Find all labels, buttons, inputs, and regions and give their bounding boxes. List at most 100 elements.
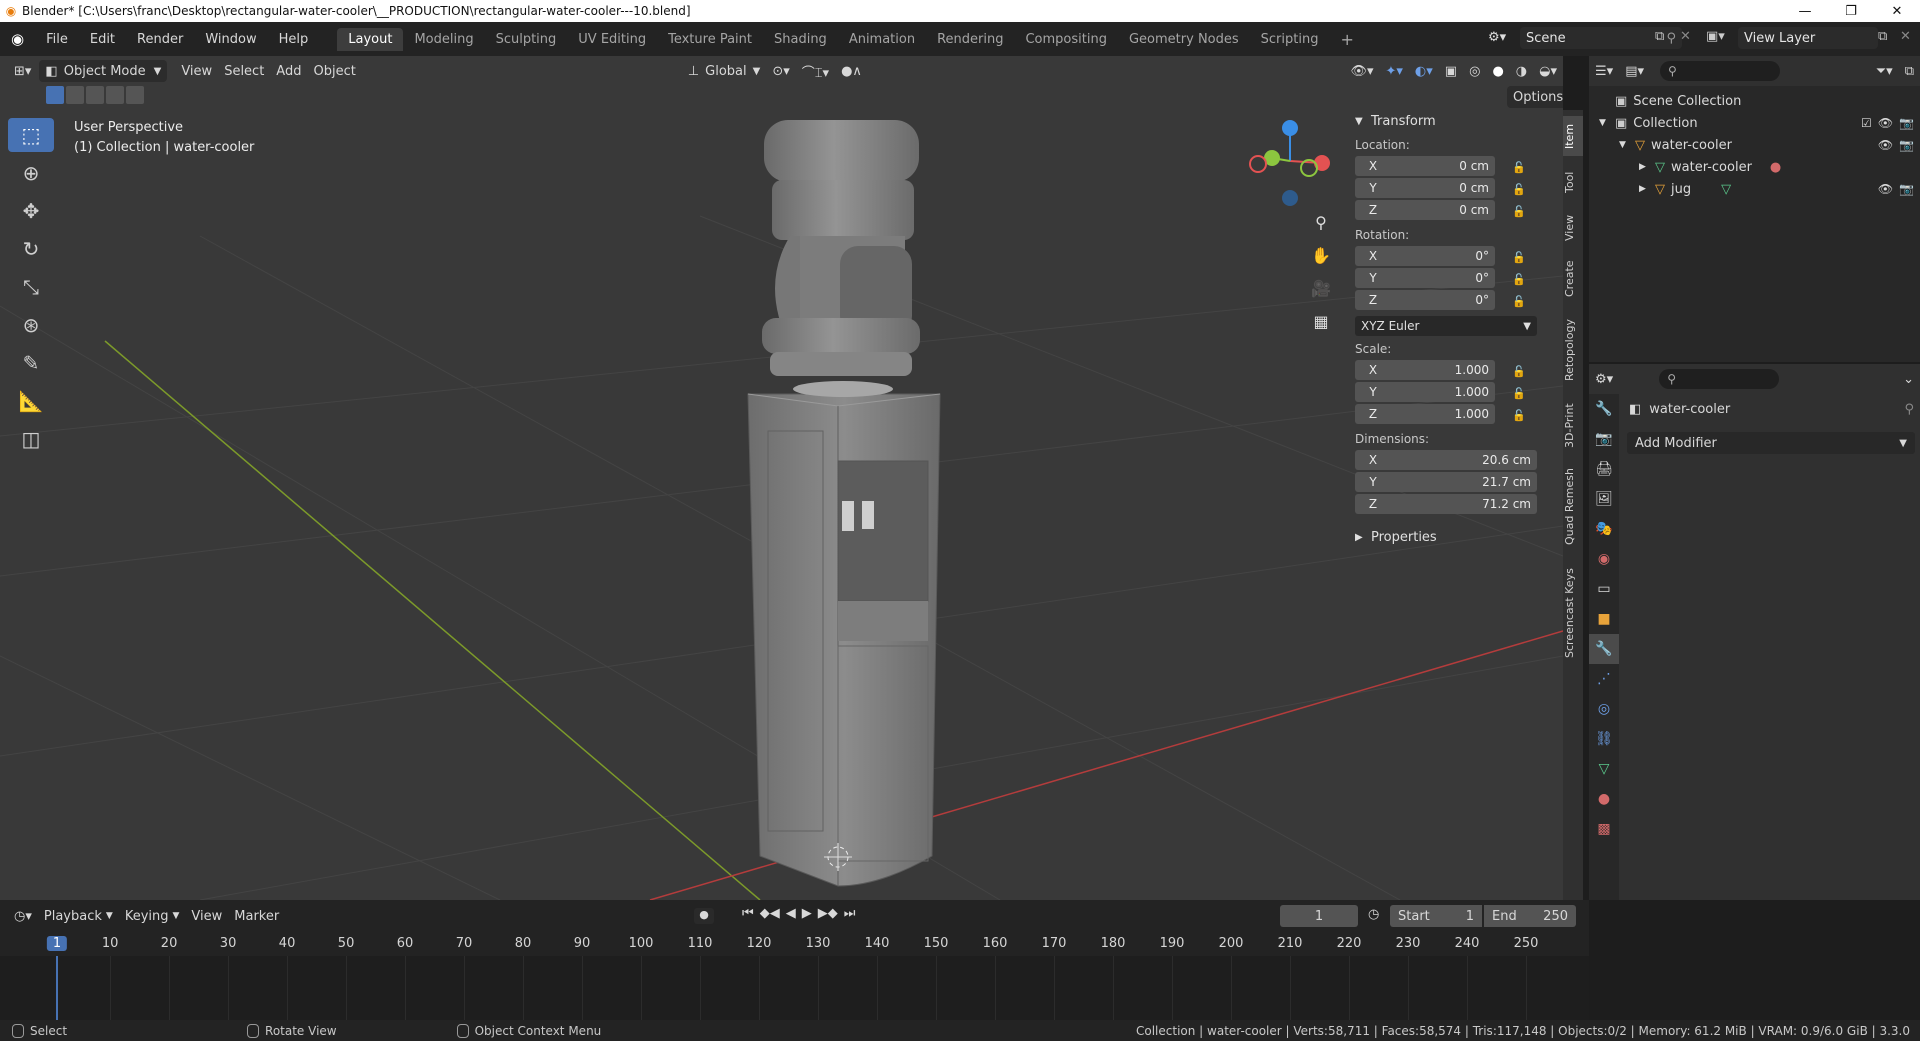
timeline-editor-icon[interactable]: ◷▾	[8, 905, 38, 927]
properties-section-header[interactable]: ▶ Properties	[1355, 526, 1555, 548]
camera-render-icon[interactable]: 📷	[1899, 138, 1914, 152]
outliner-search-input[interactable]: ⚲	[1660, 61, 1780, 81]
timeline-view-menu[interactable]: View	[185, 905, 228, 927]
tab-sculpting[interactable]: Sculpting	[485, 28, 568, 51]
perspective-grid-icon[interactable]: ▦	[1307, 307, 1335, 335]
xray-icon[interactable]: ▣	[1439, 60, 1463, 82]
3d-viewport[interactable]: ⊞▾ ◧ Object Mode ▼ View Select Add Objec…	[0, 56, 1563, 900]
menu-window[interactable]: Window	[194, 32, 267, 47]
menu-view[interactable]: View	[175, 60, 218, 82]
tab-layout[interactable]: Layout	[337, 27, 404, 51]
transform-orientation[interactable]: ⊥ Global ▼	[682, 60, 767, 82]
keying-menu[interactable]: Keying ▼	[119, 905, 186, 927]
menu-add[interactable]: Add	[270, 60, 307, 82]
overlay-toggle-icon[interactable]: ◐▾	[1409, 60, 1439, 82]
tool-properties-icon[interactable]: 🔧	[1589, 394, 1619, 424]
record-icon[interactable]: ●	[694, 908, 714, 924]
close-button[interactable]: ✕	[1874, 4, 1920, 19]
particles-properties-icon[interactable]: ⋰	[1589, 664, 1619, 694]
location-z-field[interactable]: Z 0 cm	[1355, 200, 1495, 220]
tab-screencast-keys[interactable]: Screencast Keys	[1563, 558, 1583, 668]
physics-properties-icon[interactable]: ◎	[1589, 694, 1619, 724]
tab-rendering[interactable]: Rendering	[926, 28, 1014, 51]
tab-modeling[interactable]: Modeling	[403, 28, 484, 51]
annotate-tool-icon[interactable]: ✎	[8, 346, 54, 380]
lock-icon[interactable]: 🔓	[1509, 387, 1529, 400]
scale-y-field[interactable]: Y 1.000	[1355, 382, 1495, 402]
lock-icon[interactable]: 🔓	[1509, 409, 1529, 422]
lock-icon[interactable]: 🔓	[1509, 273, 1529, 286]
pivot-icon[interactable]: ⊙▾	[766, 60, 795, 82]
rotate-tool-icon[interactable]: ↻	[8, 232, 54, 266]
navigation-gizmo[interactable]	[1249, 120, 1330, 206]
scale-tool-icon[interactable]: ⤡	[8, 270, 54, 304]
chevron-right-icon[interactable]: ▶	[1639, 162, 1655, 172]
collection-properties-icon[interactable]: ▭	[1589, 574, 1619, 604]
chevron-right-icon[interactable]: ▶	[1639, 184, 1655, 194]
editor-type-icon[interactable]: ⊞▾	[8, 60, 37, 82]
clock-icon[interactable]: ◷	[1368, 907, 1379, 922]
menu-object[interactable]: Object	[307, 60, 361, 82]
menu-edit[interactable]: Edit	[79, 32, 126, 47]
scale-x-field[interactable]: X 1.000	[1355, 360, 1495, 380]
lock-icon[interactable]: 🔓	[1509, 251, 1529, 264]
measure-tool-icon[interactable]: 📐	[8, 384, 54, 418]
jug-mesh[interactable]	[762, 120, 920, 376]
properties-search-input[interactable]: ⚲	[1659, 369, 1780, 389]
lock-icon[interactable]: 🔓	[1509, 295, 1529, 308]
lock-icon[interactable]: 🔓	[1509, 183, 1529, 196]
rotation-z-field[interactable]: Z 0°	[1355, 290, 1495, 310]
location-y-field[interactable]: Y 0 cm	[1355, 178, 1495, 198]
select-extend-icon[interactable]	[66, 86, 84, 104]
outliner-object-jug[interactable]: ▶ ▽ jug ▽ 👁 📷	[1589, 178, 1920, 200]
dimensions-x-field[interactable]: X 20.6 cm	[1355, 450, 1537, 470]
tab-uv-editing[interactable]: UV Editing	[567, 28, 657, 51]
scene-properties-icon[interactable]: 🎭	[1589, 514, 1619, 544]
modifier-properties-icon[interactable]: 🔧	[1589, 634, 1619, 664]
play-reverse-icon[interactable]: ◀	[786, 906, 796, 921]
location-x-field[interactable]: X 0 cm	[1355, 156, 1495, 176]
dimensions-z-field[interactable]: Z 71.2 cm	[1355, 494, 1537, 514]
visibility-icon[interactable]: 👁▾	[1344, 60, 1379, 82]
tab-animation[interactable]: Animation	[838, 28, 926, 51]
proportional-edit-icon[interactable]: ●∧	[835, 60, 868, 82]
eye-icon[interactable]: 👁	[1878, 182, 1893, 196]
prev-keyframe-icon[interactable]: ◆◀	[760, 906, 780, 921]
select-new-icon[interactable]	[46, 86, 64, 104]
outliner-scene-collection[interactable]: ▣ Scene Collection	[1589, 90, 1920, 112]
filter-icon[interactable]: ⏷▾	[1870, 60, 1899, 82]
end-frame-field[interactable]: End 250	[1484, 905, 1576, 927]
menu-select[interactable]: Select	[218, 60, 270, 82]
delete-view-layer-icon[interactable]: ✕	[1900, 29, 1911, 44]
add-modifier-dropdown[interactable]: Add Modifier ▼	[1627, 432, 1915, 454]
outliner-mesh-data[interactable]: ▶ ▽ water-cooler ●	[1589, 156, 1920, 178]
timeline-track-area[interactable]	[0, 956, 1589, 1020]
tab-geometry-nodes[interactable]: Geometry Nodes	[1118, 28, 1250, 51]
delete-scene-icon[interactable]: ✕	[1680, 29, 1691, 44]
play-icon[interactable]: ▶	[802, 906, 812, 921]
menu-help[interactable]: Help	[268, 32, 320, 47]
playhead[interactable]	[56, 956, 58, 1020]
gizmo-toggle-icon[interactable]: ✦▾	[1380, 60, 1409, 82]
view-layer-selector[interactable]: View Layer	[1738, 27, 1878, 49]
rotation-x-field[interactable]: X 0°	[1355, 246, 1495, 266]
scale-z-field[interactable]: Z 1.000	[1355, 404, 1495, 424]
tab-3d-print[interactable]: 3D-Print	[1563, 396, 1583, 456]
minimize-button[interactable]: —	[1782, 4, 1828, 19]
data-properties-icon[interactable]: ▽	[1589, 754, 1619, 784]
blender-menu-icon[interactable]: ◉	[0, 30, 35, 48]
menu-render[interactable]: Render	[126, 32, 194, 47]
next-keyframe-icon[interactable]: ▶◆	[818, 906, 838, 921]
move-tool-icon[interactable]: ✥	[8, 194, 54, 228]
jump-start-icon[interactable]: ⏮	[742, 906, 754, 921]
tab-texture-paint[interactable]: Texture Paint	[657, 28, 763, 51]
add-workspace-button[interactable]: +	[1329, 26, 1364, 53]
current-frame-field[interactable]: 1	[1280, 905, 1358, 927]
tab-compositing[interactable]: Compositing	[1014, 28, 1118, 51]
chevron-down-icon[interactable]: ▼	[1599, 118, 1615, 128]
select-invert-icon[interactable]	[106, 86, 124, 104]
texture-properties-icon[interactable]: ▩	[1589, 814, 1619, 844]
lock-icon[interactable]: 🔓	[1509, 205, 1529, 218]
shading-rendered-icon[interactable]: ◒▾	[1533, 60, 1563, 82]
material-properties-icon[interactable]: ●	[1589, 784, 1619, 814]
